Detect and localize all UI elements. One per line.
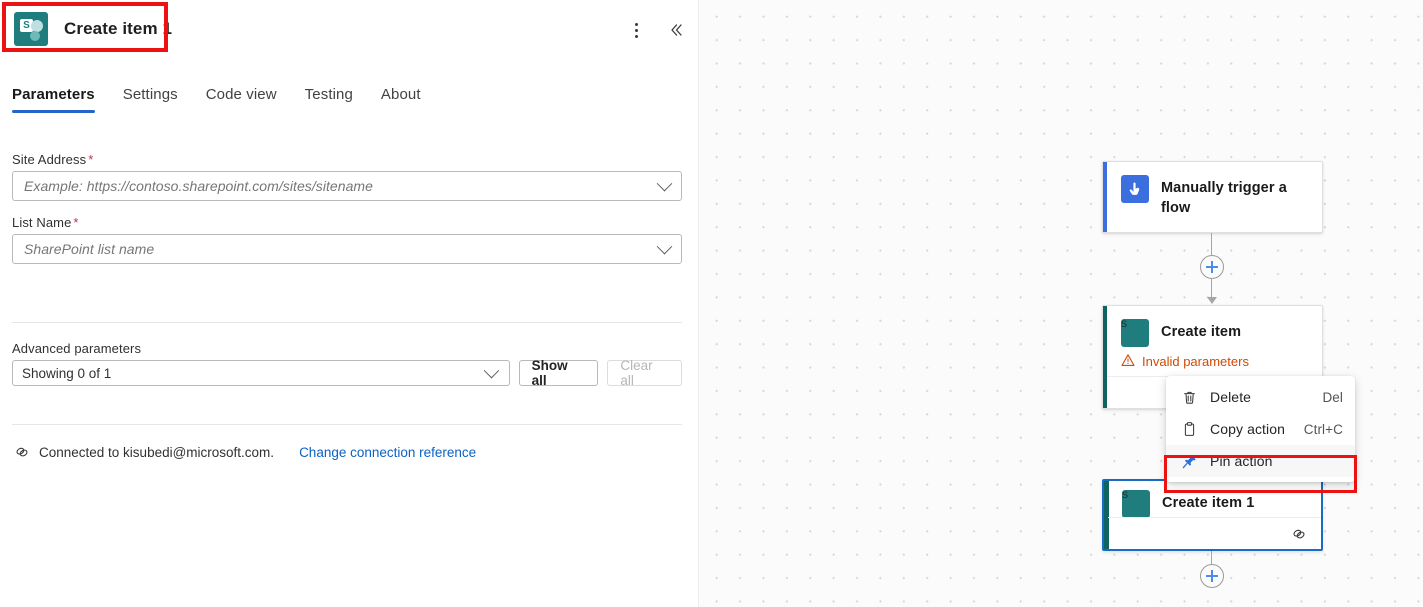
flow-canvas[interactable]: Manually trigger a flow S Create item In… xyxy=(698,0,1423,607)
page-title: Create item 1 xyxy=(64,19,172,39)
chevron-double-left-icon[interactable] xyxy=(662,16,690,44)
node-title: Create item xyxy=(1161,319,1241,342)
connector-line xyxy=(1211,233,1212,255)
advanced-parameters-label: Advanced parameters xyxy=(12,341,682,356)
context-menu-label: Copy action xyxy=(1210,421,1296,437)
action-details-panel: S Create item 1 Parameters Settings Code… xyxy=(0,0,698,607)
pin-icon xyxy=(1180,452,1198,470)
connector-arrow-icon xyxy=(1207,297,1217,304)
node-accent-bar xyxy=(1103,162,1107,232)
node-footer xyxy=(1108,517,1321,549)
tab-testing[interactable]: Testing xyxy=(291,86,367,113)
context-menu-label: Pin action xyxy=(1210,453,1335,469)
context-menu-item-delete[interactable]: Delete Del xyxy=(1166,381,1355,413)
kebab-menu-icon[interactable] xyxy=(622,16,650,44)
label-text: Site Address xyxy=(12,152,86,167)
required-asterisk: * xyxy=(88,152,93,167)
context-menu-label: Delete xyxy=(1210,389,1314,405)
add-step-bottom[interactable] xyxy=(1200,564,1224,588)
node-context-menu: Delete Del Copy action Ctrl+C Pin action xyxy=(1166,376,1355,482)
list-name-placeholder: SharePoint list name xyxy=(13,241,154,257)
panel-header-actions xyxy=(622,16,690,44)
divider xyxy=(12,424,682,425)
field-list-name: List Name* SharePoint list name xyxy=(12,215,682,264)
field-label-site-address: Site Address* xyxy=(12,152,682,167)
connection-status-row: Connected to kisubedi@microsoft.com. Cha… xyxy=(14,444,476,460)
tab-parameters[interactable]: Parameters xyxy=(12,86,109,113)
clear-all-button: Clear all xyxy=(607,360,682,386)
advanced-parameters-value: Showing 0 of 1 xyxy=(13,366,111,381)
list-name-input[interactable]: SharePoint list name xyxy=(12,234,682,264)
node-error-text: Invalid parameters xyxy=(1142,354,1249,369)
change-connection-reference-link[interactable]: Change connection reference xyxy=(299,445,476,460)
connector-line xyxy=(1211,551,1212,565)
node-title: Create item 1 xyxy=(1162,490,1254,513)
warning-icon xyxy=(1121,353,1135,370)
tab-settings[interactable]: Settings xyxy=(109,86,192,113)
field-label-list-name: List Name* xyxy=(12,215,682,230)
manual-trigger-icon xyxy=(1121,175,1149,203)
flow-node-manually-trigger-a-flow[interactable]: Manually trigger a flow xyxy=(1102,161,1323,233)
add-step-between-trigger-and-create-item[interactable] xyxy=(1200,255,1224,279)
divider xyxy=(12,322,682,323)
context-menu-shortcut: Del xyxy=(1322,390,1343,405)
context-menu-item-copy-action[interactable]: Copy action Ctrl+C xyxy=(1166,413,1355,445)
tab-code-view[interactable]: Code view xyxy=(192,86,291,113)
chevron-down-icon[interactable] xyxy=(479,361,505,385)
panel-header: S Create item 1 xyxy=(0,0,698,58)
parameters-form: Site Address* Example: https://contoso.s… xyxy=(12,152,682,264)
advanced-parameters-dropdown[interactable]: Showing 0 of 1 xyxy=(12,360,510,386)
field-site-address: Site Address* Example: https://contoso.s… xyxy=(12,152,682,201)
tab-about[interactable]: About xyxy=(367,86,435,113)
chevron-down-icon[interactable] xyxy=(651,235,677,263)
trash-icon xyxy=(1180,388,1198,406)
flow-node-create-item-1[interactable]: S Create item 1 xyxy=(1102,479,1323,551)
context-menu-shortcut: Ctrl+C xyxy=(1304,422,1343,437)
sharepoint-icon: S xyxy=(1121,319,1149,347)
node-error-message: Invalid parameters xyxy=(1103,347,1322,370)
context-menu-item-pin-action[interactable]: Pin action xyxy=(1166,445,1355,477)
site-address-placeholder: Example: https://contoso.sharepoint.com/… xyxy=(13,178,373,194)
show-all-button[interactable]: Show all xyxy=(519,360,599,386)
sharepoint-icon: S xyxy=(14,12,48,46)
sharepoint-icon: S xyxy=(1122,490,1150,518)
link-icon xyxy=(1291,526,1307,542)
node-title: Manually trigger a flow xyxy=(1161,175,1306,218)
advanced-parameters-section: Advanced parameters Showing 0 of 1 Show … xyxy=(12,341,682,386)
required-asterisk: * xyxy=(73,215,78,230)
advanced-parameters-row: Showing 0 of 1 Show all Clear all xyxy=(12,360,682,386)
panel-tabs: Parameters Settings Code view Testing Ab… xyxy=(12,86,435,113)
connector-line xyxy=(1211,279,1212,299)
label-text: List Name xyxy=(12,215,71,230)
chevron-down-icon[interactable] xyxy=(651,172,677,200)
panel-title-group[interactable]: S Create item 1 xyxy=(14,12,172,46)
clipboard-icon xyxy=(1180,420,1198,438)
connection-status-text: Connected to kisubedi@microsoft.com. xyxy=(39,445,274,460)
link-icon xyxy=(14,444,30,460)
site-address-input[interactable]: Example: https://contoso.sharepoint.com/… xyxy=(12,171,682,201)
